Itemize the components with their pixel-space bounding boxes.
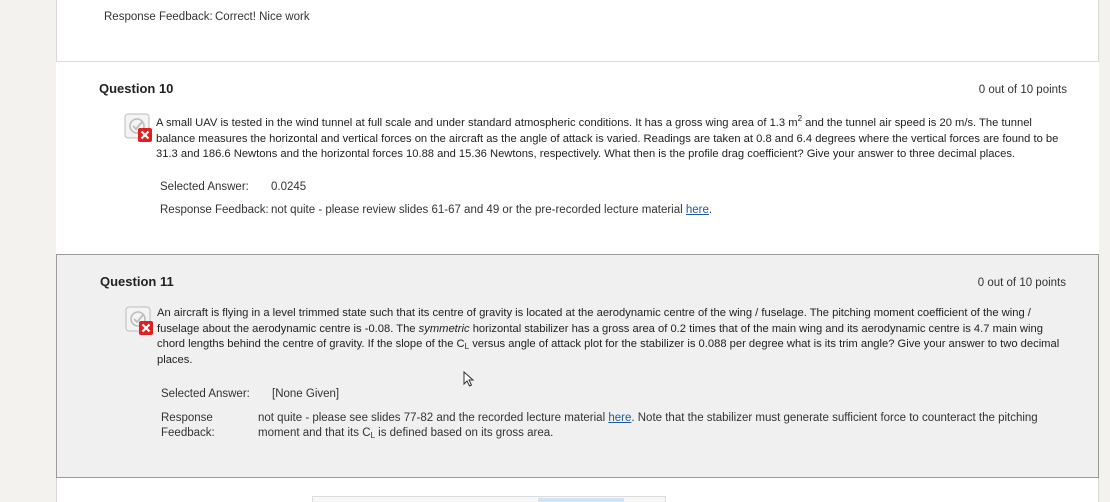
lecture-material-link[interactable]: here [686, 204, 709, 216]
question-title: Question 10 [99, 81, 174, 96]
previous-feedback-value: Correct! Nice work [215, 11, 310, 23]
response-feedback-row: Response Feedback: not quite - please rev… [160, 204, 713, 216]
question-text: A small UAV is tested in the wind tunnel… [156, 114, 1059, 161]
response-feedback-label: Response Feedback: [161, 412, 215, 439]
question-points: 0 out of 10 points [978, 84, 1067, 96]
selected-answer-row: Selected Answer: [None Given] [161, 388, 339, 400]
response-feedback-text: not quite - please see slides 77-82 and … [258, 412, 1038, 440]
selected-answer-value: 0.0245 [271, 181, 307, 193]
previous-feedback-label: Response Feedback: [104, 11, 213, 23]
selected-answer-value: [None Given] [272, 388, 340, 400]
incorrect-icon [125, 306, 153, 335]
left-gutter [0, 0, 56, 502]
response-feedback-row: Response Feedback: not quite - please se… [161, 411, 1061, 443]
mouse-pointer-icon [463, 371, 475, 387]
selected-answer-label: Selected Answer: [161, 388, 250, 400]
question-11-block: Question 11 0 out of 10 points An aircra… [56, 254, 1099, 478]
selected-answer-label: Selected Answer: [160, 181, 249, 193]
question-title: Question 11 [100, 274, 174, 289]
right-gutter [1099, 0, 1110, 502]
response-feedback-text: not quite - please review slides 61-67 a… [271, 204, 686, 216]
selected-answer-row: Selected Answer: 0.0245 [160, 181, 306, 193]
bottom-toolbar-button[interactable] [538, 498, 624, 502]
response-feedback-label: Response Feedback: [160, 204, 269, 216]
lecture-material-link[interactable]: here [608, 412, 631, 424]
question-points: 0 out of 10 points [977, 277, 1066, 289]
question-text: An aircraft is flying in a level trimmed… [157, 307, 1060, 366]
question-10-block: Question 10 0 out of 10 points A small U… [56, 62, 1099, 254]
previous-response-feedback: Response Feedback: Correct! Nice work [104, 11, 310, 23]
assessment-review-page: Response Feedback: Correct! Nice work Que… [0, 0, 1110, 502]
incorrect-icon [124, 113, 152, 142]
